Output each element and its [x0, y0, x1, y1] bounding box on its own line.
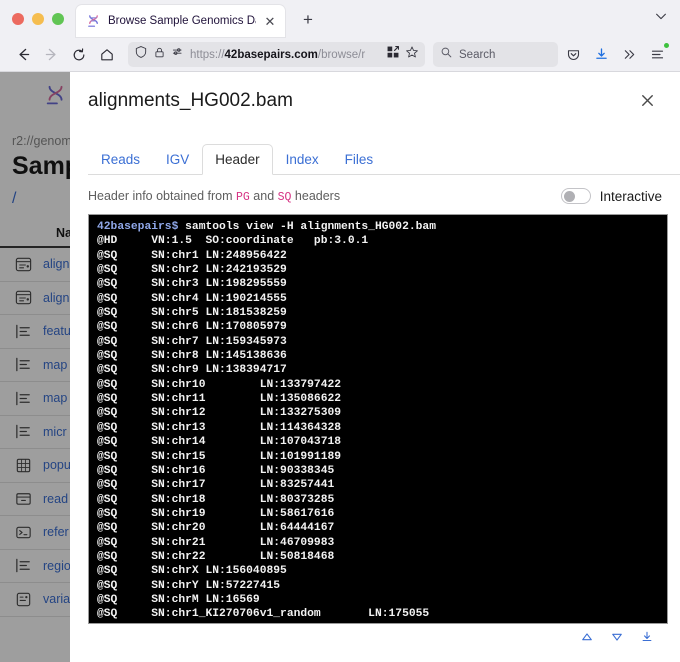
close-window-button[interactable] — [12, 13, 24, 25]
toggle-knob — [564, 191, 575, 202]
update-badge — [664, 43, 669, 48]
sq-code-tag: SQ — [278, 191, 292, 204]
modal-header: alignments_HG002.bam — [70, 72, 680, 115]
download-icon[interactable] — [640, 630, 654, 644]
search-icon — [440, 46, 453, 64]
browser-chrome: Browse Sample Genomics Data ✕ + — [0, 0, 680, 72]
qr-icon[interactable] — [386, 45, 400, 64]
scroll-down-icon[interactable] — [610, 630, 624, 644]
file-detail-modal: alignments_HG002.bam ReadsIGVHeaderIndex… — [70, 72, 680, 662]
terminal-output-panel[interactable]: 42basepairs$ samtools view -H alignments… — [88, 214, 668, 624]
tab-header[interactable]: Header — [202, 144, 272, 175]
tab-index[interactable]: Index — [273, 144, 332, 175]
tab-igv[interactable]: IGV — [153, 144, 202, 175]
dna-helix-icon — [86, 14, 101, 29]
interactive-toggle-label: Interactive — [600, 189, 662, 204]
window-controls — [0, 13, 76, 25]
terminal-text: 42basepairs$ samtools view -H alignments… — [97, 220, 667, 624]
terminal-actions — [70, 630, 654, 644]
modal-tab-bar: ReadsIGVHeaderIndexFiles — [88, 143, 680, 175]
search-input[interactable]: Search — [459, 49, 495, 61]
modal-title: alignments_HG002.bam — [88, 90, 293, 112]
pg-code-tag: PG — [236, 191, 250, 204]
interactive-toggle[interactable] — [561, 188, 591, 204]
close-icon[interactable]: ✕ — [263, 15, 277, 28]
scroll-up-icon[interactable] — [580, 630, 594, 644]
tab-reads[interactable]: Reads — [88, 144, 153, 175]
minimize-window-button[interactable] — [32, 13, 44, 25]
overflow-chevrons-icon[interactable] — [616, 42, 642, 68]
terminal-prompt: 42basepairs$ — [97, 221, 178, 233]
new-tab-button[interactable]: + — [297, 11, 319, 28]
bookmark-star-icon[interactable] — [405, 45, 419, 64]
tab-title: Browse Sample Genomics Data — [108, 15, 256, 27]
tab-files[interactable]: Files — [332, 144, 387, 175]
browser-window: Browse Sample Genomics Data ✕ + — [0, 0, 680, 662]
back-icon[interactable] — [10, 42, 36, 68]
reload-icon[interactable] — [66, 42, 92, 68]
terminal-command: samtools view -H alignments_HG002.bam — [178, 221, 436, 233]
interactive-toggle-group[interactable]: Interactive — [561, 188, 662, 204]
list-all-tabs-button[interactable] — [654, 9, 668, 26]
address-bar[interactable]: https://42basepairs.com/browse/r — [128, 42, 425, 67]
header-source-note: Header info obtained from PG and SQ head… — [88, 189, 340, 204]
app-menu-icon[interactable] — [644, 42, 670, 68]
downloads-icon[interactable] — [588, 42, 614, 68]
close-icon[interactable] — [635, 90, 660, 115]
modal-subheader: Header info obtained from PG and SQ head… — [88, 188, 662, 204]
shield-icon[interactable] — [134, 45, 148, 64]
browser-tab[interactable]: Browse Sample Genomics Data ✕ — [76, 5, 285, 37]
maximize-window-button[interactable] — [52, 13, 64, 25]
lock-icon[interactable] — [153, 46, 166, 64]
pocket-icon[interactable] — [560, 42, 586, 68]
url-text[interactable]: https://42basepairs.com/browse/r — [190, 49, 381, 61]
forward-icon — [38, 42, 64, 68]
permissions-icon[interactable] — [171, 45, 185, 64]
tab-strip: Browse Sample Genomics Data ✕ + — [0, 0, 680, 38]
search-bar[interactable]: Search — [433, 42, 558, 67]
home-icon[interactable] — [94, 42, 120, 68]
terminal-body: @HD VN:1.5 SO:coordinate pb:3.0.1 @SQ SN… — [97, 235, 429, 624]
navigation-toolbar: https://42basepairs.com/browse/r — [0, 38, 680, 71]
